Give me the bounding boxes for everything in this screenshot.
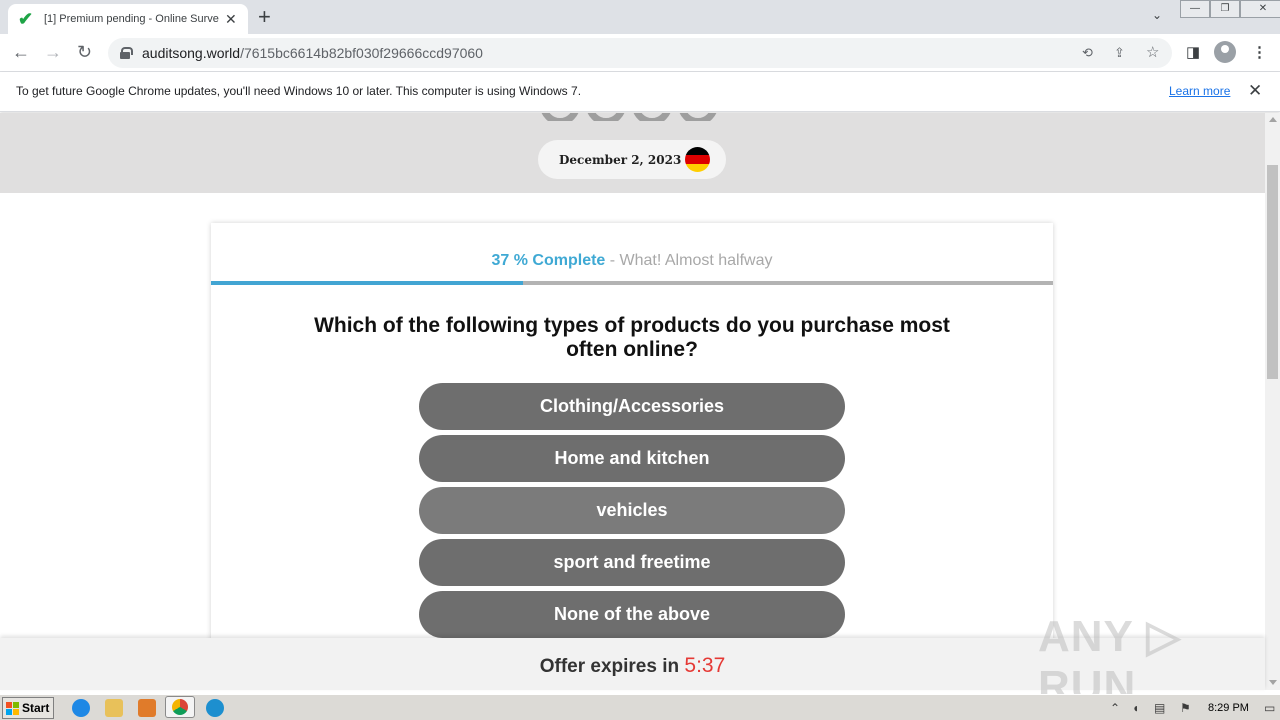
action-center-flag-icon[interactable]: ⚑ [1180,701,1191,715]
window-controls: — ❐ ✕ [1180,0,1280,18]
address-bar[interactable]: auditsong.world/7615bc6614b82bf030f29666… [108,38,1172,68]
internet-explorer-icon[interactable] [72,699,90,717]
infobar-message: To get future Google Chrome updates, you… [16,84,582,98]
progress-bar [211,281,1053,285]
window-close-button[interactable]: ✕ [1240,0,1280,18]
new-tab-button[interactable]: + [258,6,271,28]
offer-timer: 5:37 [684,654,726,677]
url-path: /7615bc6614b82bf030f29666ccd97060 [240,45,483,61]
back-button[interactable]: ← [12,42,30,63]
restore-button[interactable]: ❐ [1210,0,1240,18]
option-vehicles[interactable]: vehicles [419,487,845,534]
learn-more-link[interactable]: Learn more [1169,84,1230,98]
option-home-and-kitchen[interactable]: Home and kitchen [419,435,845,482]
infobar-close-button[interactable]: ✕ [1248,81,1262,101]
show-desktop-icon[interactable]: ▭ [1264,701,1275,715]
check-icon: ✔ [18,8,34,29]
forward-button[interactable]: → [44,42,62,63]
url-host: auditsong.world [142,45,241,61]
germany-flag-icon [685,147,710,172]
page-scrollbar[interactable] [1265,113,1280,690]
option-none-of-the-above[interactable]: None of the above [419,591,845,638]
menu-kebab-icon[interactable]: ⋮ [1252,43,1267,61]
side-panel-icon[interactable]: ◨ [1186,43,1200,61]
lock-icon[interactable] [120,47,133,59]
progress-bar-fill [211,281,523,285]
answer-options: Clothing/Accessories Home and kitchen ve… [419,383,845,643]
tab-strip: ✔ [1] Premium pending - Online Survey ✕ … [0,0,1280,34]
browser-toolbar: ← → ↻ auditsong.world/7615bc6614b82bf030… [0,34,1280,72]
system-tray: ⌃ ◖ ▤ ⚑ 8:29 PM ▭ [1104,697,1280,719]
tray-expand-icon[interactable]: ⌃ [1110,701,1120,715]
survey-question: Which of the following types of products… [314,314,950,361]
scrollbar-thumb[interactable] [1267,165,1278,379]
tab-close-button[interactable]: ✕ [225,11,237,28]
page-content: December 2, 2023 37 % Complete - What! A… [0,113,1265,690]
volume-icon[interactable]: ◖ [1132,701,1139,715]
offer-label: Offer expires in [539,656,685,677]
translate-icon[interactable]: ⟲ [1082,45,1093,61]
reload-button[interactable]: ↻ [77,42,92,63]
taskbar-clock[interactable]: 8:29 PM [1208,702,1249,714]
network-icon[interactable]: ▤ [1154,701,1165,715]
tab-title: [1] Premium pending - Online Survey [44,13,219,25]
minimize-button[interactable]: — [1180,0,1210,18]
start-button[interactable]: Start [2,697,54,719]
windows-taskbar: Start ⌃ ◖ ▤ ⚑ 8:29 PM ▭ [0,694,1280,720]
tab-search-icon[interactable]: ⌄ [1152,8,1162,22]
site-logo [540,113,740,121]
windows-logo-icon [6,701,19,715]
bookmark-star-icon[interactable]: ☆ [1146,43,1159,61]
site-header: December 2, 2023 [0,113,1265,193]
profile-avatar-icon[interactable] [1214,41,1236,63]
chrome-taskbar-button[interactable] [165,696,195,718]
scroll-up-arrow-icon[interactable] [1269,117,1277,122]
browser-tab[interactable]: ✔ [1] Premium pending - Online Survey ✕ [8,4,248,34]
option-clothing-accessories[interactable]: Clothing/Accessories [419,383,845,430]
progress-percent: 37 % Complete [491,252,606,269]
progress-subtext: - What! Almost halfway [605,252,773,269]
survey-card: 37 % Complete - What! Almost halfway Whi… [211,223,1053,690]
file-explorer-icon[interactable] [105,699,123,717]
progress-label: 37 % Complete - What! Almost halfway [211,252,1053,270]
media-player-icon[interactable] [138,699,156,717]
url-text[interactable]: auditsong.world/7615bc6614b82bf030f29666… [142,45,483,61]
update-infobar: To get future Google Chrome updates, you… [0,72,1280,112]
chrome-icon [172,699,188,715]
edge-icon[interactable] [206,699,224,717]
date-badge: December 2, 2023 [538,140,726,179]
current-date: December 2, 2023 [559,152,682,167]
share-icon[interactable]: ⇪ [1114,45,1125,61]
start-label: Start [22,701,50,715]
option-sport-and-freetime[interactable]: sport and freetime [419,539,845,586]
